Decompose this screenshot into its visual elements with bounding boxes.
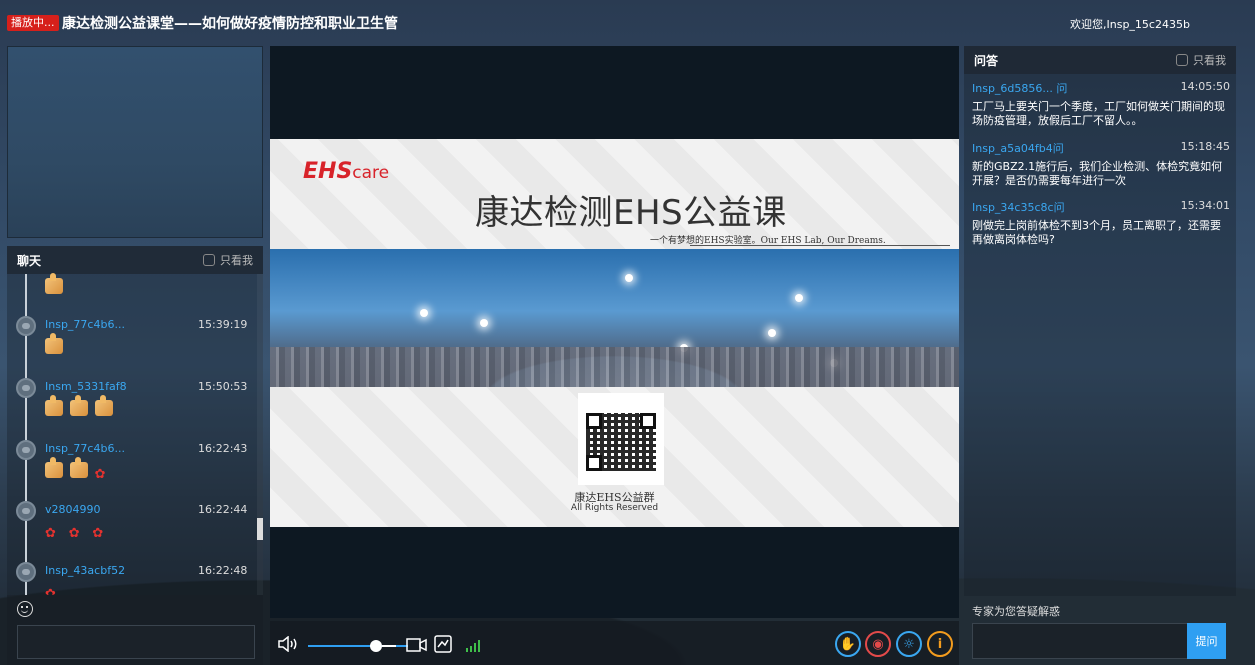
chat-bubble-icon xyxy=(16,378,36,398)
chat-timestamp: 16:22:48 xyxy=(198,564,248,577)
rose-icon: ✿ xyxy=(45,587,56,595)
rose-icon: ✿ xyxy=(68,526,80,541)
qa-only-me-toggle[interactable]: 只看我 xyxy=(1176,52,1226,68)
rose-icon: ✿ xyxy=(92,526,104,541)
chat-timestamp: 15:39:19 xyxy=(198,318,248,331)
rights-text: All Rights Reserved xyxy=(570,503,659,513)
question-input[interactable] xyxy=(972,623,1188,659)
chat-message-content: ✿ xyxy=(45,457,113,482)
thumbs-up-icon xyxy=(94,395,113,416)
chat-timestamp: 15:50:53 xyxy=(198,380,248,393)
chat-message-list[interactable]: Insp_77c4b6... 15:39:19 Insm_5331faf8 15… xyxy=(7,273,263,595)
thumbs-up-icon xyxy=(45,273,63,294)
qa-question-text: 工厂马上要关门一个季度，工厂如何做关门期间的现场防疫管理，放假后工厂不留人。。 xyxy=(972,100,1225,127)
camera-icon[interactable] xyxy=(406,638,428,652)
chat-timestamp: 16:22:43 xyxy=(198,442,248,455)
chat-header: 聊天 只看我 xyxy=(7,246,263,274)
qa-expert-label: 专家为您答疑解惑 xyxy=(972,605,1060,618)
screen-share-icon[interactable] xyxy=(434,635,452,653)
qa-question-text: 刚做完上岗前体检不到3个月，员工离职了，还需要再做离岗体检吗? xyxy=(972,219,1221,246)
brightness-icon[interactable]: ☼ xyxy=(896,631,922,657)
thumbs-up-icon xyxy=(45,457,63,478)
qa-header: 问答 只看我 xyxy=(964,46,1236,74)
qa-question: Insp_6d5856... 问 14:05:50 工厂马上要关门一个季度，工厂… xyxy=(972,80,1230,128)
qa-only-me-label: 只看我 xyxy=(1193,54,1226,67)
rose-icon: ✿ xyxy=(45,526,56,541)
chat-message-content xyxy=(45,333,65,358)
chat-scrollbar-thumb[interactable] xyxy=(257,518,263,540)
page-title: 康达检测公益课堂——如何做好疫情防控和职业卫生管 xyxy=(62,16,398,32)
live-status-badge: 播放中... xyxy=(7,15,59,31)
chat-message-content xyxy=(45,395,115,420)
info-icon[interactable]: i xyxy=(927,631,953,657)
presenter-camera-view xyxy=(7,46,263,238)
thumbs-up-icon xyxy=(45,395,63,416)
volume-slider-handle[interactable] xyxy=(370,640,382,652)
chat-username[interactable]: Insp_77c4b6... xyxy=(45,442,125,455)
qa-panel: 问答 只看我 Insp_6d5856... 问 14:05:50 工厂马上要关门… xyxy=(964,46,1236,596)
volume-icon[interactable] xyxy=(278,636,300,652)
slide-title: 康达检测EHS公益课 xyxy=(475,193,787,233)
qa-question-text: 新的GBZ2.1施行后，我们企业检测、体检究竟如何开展？是否仍需要每年进行一次 xyxy=(972,160,1223,187)
emoji-picker-icon[interactable] xyxy=(17,601,33,617)
chat-username[interactable]: v2804990 xyxy=(45,503,101,516)
thumbs-up-icon xyxy=(69,457,88,478)
qa-title: 问答 xyxy=(974,53,999,68)
top-bar: 播放中... 康达检测公益课堂——如何做好疫情防控和职业卫生管 欢迎您,Insp… xyxy=(0,0,1255,44)
qa-question-time: 14:05:50 xyxy=(1180,80,1230,93)
checkbox-icon[interactable] xyxy=(203,254,215,266)
presentation-slide: EHScare 康达检测EHS公益课 一个有梦想的EHS实验室。Our EHS … xyxy=(270,139,959,527)
microphone-icon[interactable]: ◉ xyxy=(865,631,891,657)
chat-title: 聊天 xyxy=(17,253,42,268)
chat-message-content xyxy=(45,273,65,298)
chat-scrollbar[interactable] xyxy=(257,274,263,595)
qa-question: Insp_a5a04fb4问 15:18:45 新的GBZ2.1施行后，我们企业… xyxy=(972,140,1230,188)
chat-input-area xyxy=(7,595,263,665)
chat-bubble-icon xyxy=(16,562,36,582)
signal-strength-icon xyxy=(466,640,480,652)
chat-username[interactable]: Insm_5331faf8 xyxy=(45,380,127,393)
qa-question-time: 15:34:01 xyxy=(1180,199,1230,212)
player-controls: ✋ ◉ ☼ i xyxy=(270,621,959,665)
qr-code-card xyxy=(578,393,664,485)
slide-divider xyxy=(690,245,950,246)
chat-message-content: ✿ xyxy=(45,584,64,595)
qa-question-time: 15:18:45 xyxy=(1180,140,1230,153)
checkbox-icon[interactable] xyxy=(1176,54,1188,66)
welcome-user-text: 欢迎您,Insp_15c2435b xyxy=(1070,18,1190,31)
qa-question: Insp_34c35c8c问 15:34:01 刚做完上岗前体检不到3个月，员工… xyxy=(972,199,1230,247)
chat-bubble-icon xyxy=(16,440,36,460)
raise-hand-icon[interactable]: ✋ xyxy=(835,631,861,657)
thumbs-up-icon xyxy=(69,395,88,416)
chat-only-me-toggle[interactable]: 只看我 xyxy=(203,252,253,268)
ask-question-button[interactable]: 提问 xyxy=(1187,623,1226,659)
chat-input[interactable] xyxy=(17,625,255,659)
ehs-care-logo: EHScare xyxy=(303,159,390,184)
volume-slider-track[interactable] xyxy=(382,645,396,647)
chat-username[interactable]: Insp_43acbf52 xyxy=(45,564,125,577)
chat-timestamp: 16:22:44 xyxy=(198,503,248,516)
chat-only-me-label: 只看我 xyxy=(220,254,253,267)
thumbs-up-icon xyxy=(45,333,63,354)
chat-bubble-icon xyxy=(16,316,36,336)
rose-icon: ✿ xyxy=(94,467,106,482)
video-player[interactable]: EHScare 康达检测EHS公益课 一个有梦想的EHS实验室。Our EHS … xyxy=(270,46,959,618)
chat-bubble-icon xyxy=(16,501,36,521)
chat-message-content: ✿ ✿ ✿ xyxy=(45,523,111,541)
chat-panel: 聊天 只看我 Insp_77c4b6... 15:39:19 Insm_5331… xyxy=(7,246,263,595)
chat-username[interactable]: Insp_77c4b6... xyxy=(45,318,125,331)
globe-banner-image xyxy=(270,249,959,387)
